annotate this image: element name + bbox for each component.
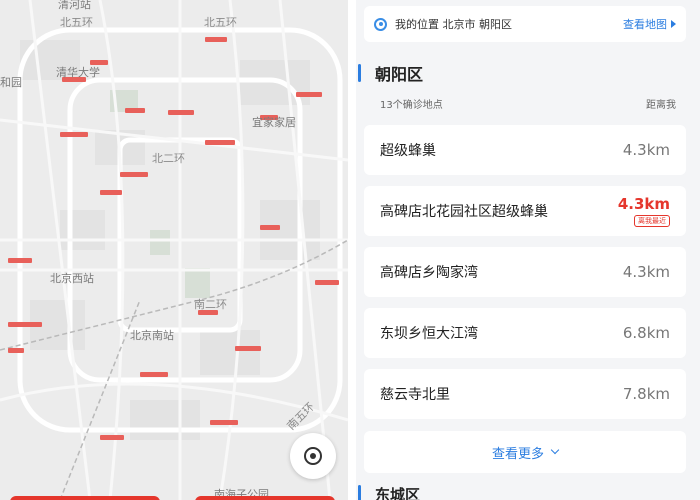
place-name: 高碑店乡陶家湾 (380, 265, 478, 281)
location-pin-icon (374, 17, 387, 31)
my-location-text: 我的位置 北京市 朝阳区 (395, 18, 512, 31)
list-subheader: 13个确诊地点 距离我 (380, 96, 676, 111)
distance-column-label: 距离我 (646, 100, 676, 111)
list-item[interactable]: 东坝乡恒大江湾 6.8km (364, 308, 686, 358)
map-label-beijing-south-station: 北京南站 (130, 329, 174, 342)
district-title: 朝阳区 (375, 65, 424, 84)
locate-icon (304, 447, 322, 465)
view-more-label: 查看更多 (491, 446, 544, 462)
view-more-button[interactable]: 查看更多 (364, 431, 686, 473)
list-item[interactable]: 高碑店乡陶家湾 4.3km (364, 247, 686, 297)
place-distance: 6.8km (622, 324, 670, 342)
place-distance: 7.8km (622, 385, 670, 403)
place-name: 慈云寺北里 (380, 387, 450, 403)
place-distance: 4.3km (622, 141, 670, 159)
map-label-north-5th-ring-left: 北五环 (60, 16, 93, 29)
list-item[interactable]: 慈云寺北里 7.8km (364, 369, 686, 419)
place-name: 超级蜂巢 (380, 143, 436, 159)
place-distance: 4.3km (622, 263, 670, 281)
triangle-right-icon (671, 20, 676, 28)
map-label-qinghe: 清河站 (58, 0, 91, 11)
locate-button[interactable] (290, 433, 336, 479)
section-accent-bar (358, 485, 361, 500)
case-count-label: 13个确诊地点 (380, 100, 443, 111)
my-location-bar: 我的位置 北京市 朝阳区 查看地图 (364, 6, 686, 42)
nearest-distance-group: 4.3km 离我最近 (618, 195, 670, 227)
map-label-ikea: 宜家家居 (252, 116, 296, 129)
view-map-link[interactable]: 查看地图 (623, 16, 676, 32)
place-distance: 4.3km (617, 195, 670, 213)
case-list-panel: 我的位置 北京市 朝阳区 查看地图 朝阳区 13个确诊地点 距离我 超级蜂巢 4… (356, 0, 700, 500)
map-view[interactable]: 清河站 北五环 北五环 和园 清华大学 宜家家居 北二环 北京西站 南二环 北京… (0, 0, 348, 500)
place-name: 高碑店北花园社区超级蜂巢 (380, 204, 548, 220)
list-item[interactable]: 超级蜂巢 4.3km (364, 125, 686, 175)
map-label-north-5th-ring-right: 北五环 (204, 16, 237, 29)
map-label-tsinghua: 清华大学 (56, 66, 100, 79)
next-district-title: 东城区 (375, 485, 421, 500)
nearest-badge: 离我最近 (634, 215, 670, 227)
map-label-north-2nd-ring: 北二环 (152, 152, 185, 165)
map-tab-left[interactable] (10, 496, 160, 500)
next-district-header: 东城区 (356, 484, 700, 500)
map-label-yuanmingyuan: 和园 (0, 76, 22, 89)
section-accent-bar (358, 64, 361, 82)
list-item[interactable]: 高碑店北花园社区超级蜂巢 4.3km 离我最近 (364, 186, 686, 236)
map-tab-right[interactable] (195, 496, 335, 500)
place-name: 东坝乡恒大江湾 (380, 326, 478, 342)
view-map-label: 查看地图 (623, 18, 667, 31)
map-label-south-2nd-ring: 南二环 (194, 298, 227, 311)
map-label-beijing-west-station: 北京西站 (50, 272, 94, 285)
district-header: 朝阳区 (356, 60, 700, 86)
chevron-down-icon (550, 445, 560, 455)
